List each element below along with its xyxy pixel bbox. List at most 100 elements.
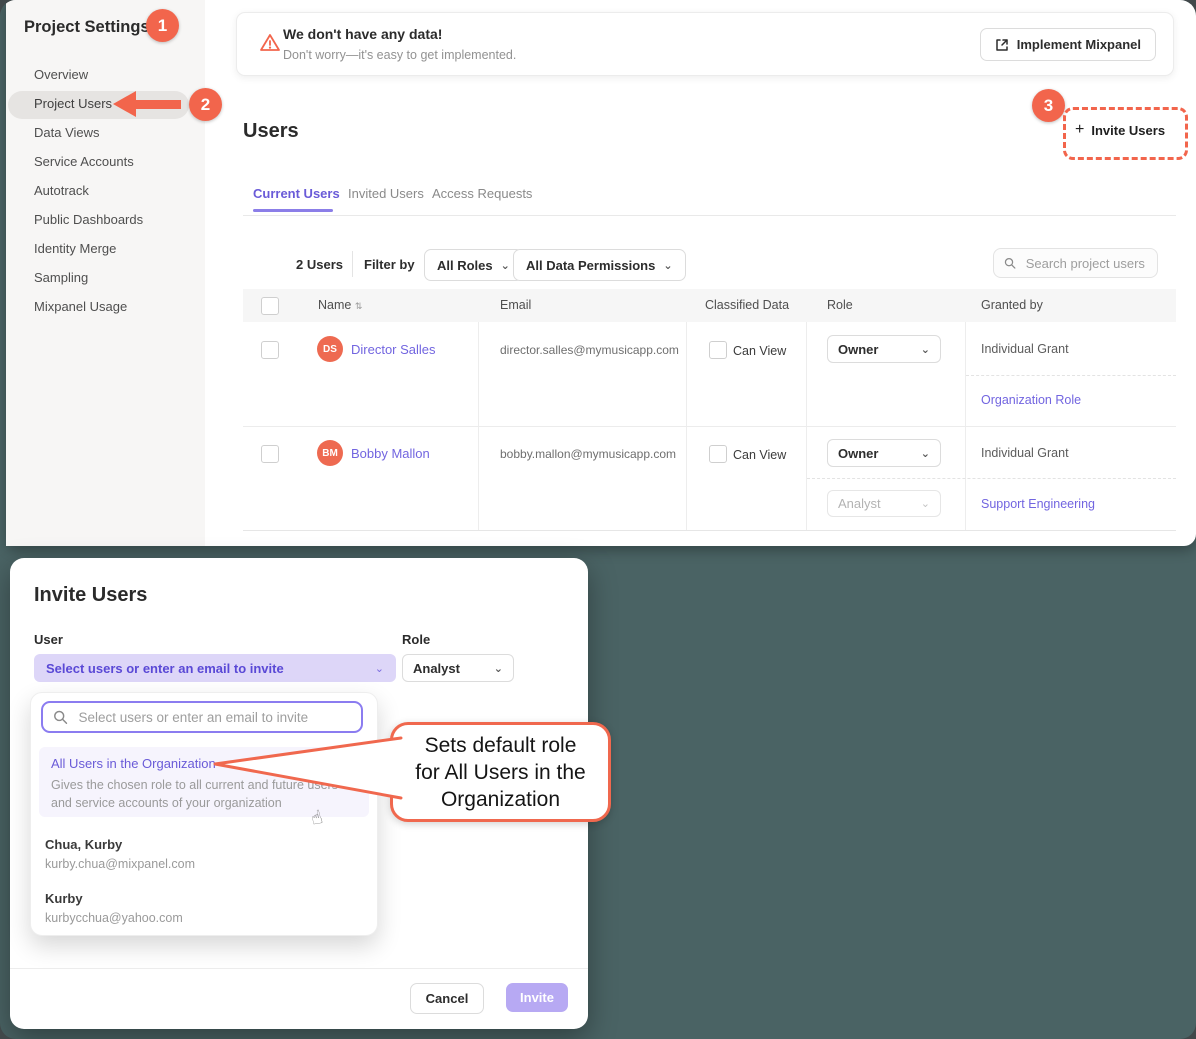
col-header-granted-by: Granted by <box>981 298 1043 312</box>
search-icon <box>1004 256 1016 270</box>
col-header-classified: Classified Data <box>705 298 789 312</box>
filter-divider <box>352 251 353 277</box>
granted-divider <box>966 375 1176 376</box>
search-project-users-input[interactable] <box>1024 255 1147 272</box>
role-select[interactable]: Owner⌄ <box>827 439 941 467</box>
cancel-button[interactable]: Cancel <box>410 983 484 1014</box>
callout-line: for All Users in the <box>415 759 585 786</box>
warning-icon <box>258 31 282 55</box>
tab-current-users[interactable]: Current Users <box>253 186 340 201</box>
can-view-checkbox[interactable] <box>709 445 727 463</box>
invite-users-label: Invite Users <box>1091 123 1165 138</box>
annotation-badge-1: 1 <box>146 9 179 42</box>
sidebar: Project Settings Overview Project Users … <box>6 0 205 546</box>
banner-subtitle: Don't worry—it's easy to get implemented… <box>283 48 516 62</box>
granted-by-value: Individual Grant <box>981 446 1069 460</box>
sidebar-item-service-accounts[interactable]: Service Accounts <box>34 153 134 171</box>
col-header-email: Email <box>500 298 531 312</box>
sidebar-item-overview[interactable]: Overview <box>34 66 88 84</box>
annotation-callout: Sets default role for All Users in the O… <box>390 722 611 822</box>
external-link-icon <box>995 38 1009 52</box>
can-view-label: Can View <box>733 344 786 358</box>
table-bottom-border <box>243 530 1176 531</box>
table-header-row: Name ⇅ Email Classified Data Role Grante… <box>243 289 1176 322</box>
select-all-checkbox[interactable] <box>261 297 279 315</box>
can-view-checkbox[interactable] <box>709 341 727 359</box>
chevron-down-icon: ⌄ <box>494 663 503 674</box>
roles-filter-label: All Roles <box>437 258 493 273</box>
invite-button[interactable]: Invite <box>506 983 568 1012</box>
chevron-down-icon: ⌄ <box>921 498 930 509</box>
user-select-trigger[interactable]: Select users or enter an email to invite… <box>34 654 396 682</box>
row-checkbox[interactable] <box>261 445 279 463</box>
no-data-banner: We don't have any data! Don't worry—it's… <box>236 12 1174 76</box>
chevron-down-icon: ⌄ <box>921 344 930 355</box>
role-field-label: Role <box>402 632 430 647</box>
avatar: BM <box>317 440 343 466</box>
modal-title: Invite Users <box>34 584 147 607</box>
user-select-value: Select users or enter an email to invite <box>46 661 284 676</box>
user-name-link[interactable]: Director Salles <box>351 342 436 357</box>
can-view-label: Can View <box>733 448 786 462</box>
annotation-badge-2: 2 <box>189 88 222 121</box>
app-frame: Project Settings Overview Project Users … <box>0 0 1196 1039</box>
row-divider <box>243 426 1176 427</box>
user-email: director.salles@mymusicapp.com <box>500 343 679 357</box>
active-tab-underline <box>253 209 333 212</box>
tabs-divider <box>243 215 1176 216</box>
col-header-role: Role <box>827 298 853 312</box>
implement-mixpanel-button[interactable]: Implement Mixpanel <box>980 28 1156 61</box>
annotation-badge-3: 3 <box>1032 89 1065 122</box>
user-email: bobby.mallon@mymusicapp.com <box>500 447 676 461</box>
user-name-link[interactable]: Bobby Mallon <box>351 446 430 461</box>
sort-icon[interactable]: ⇅ <box>355 302 363 312</box>
row-checkbox[interactable] <box>261 341 279 359</box>
search-project-users[interactable] <box>993 248 1158 278</box>
granted-divider <box>807 478 1176 479</box>
sidebar-item-mixpanel-usage[interactable]: Mixpanel Usage <box>34 298 127 316</box>
plus-icon: + <box>1075 122 1084 138</box>
option-all-users-title: All Users in the Organization <box>51 756 216 771</box>
sidebar-item-sampling[interactable]: Sampling <box>34 269 88 287</box>
avatar: DS <box>317 336 343 362</box>
role-select[interactable]: Owner⌄ <box>827 335 941 363</box>
granted-by-value: Individual Grant <box>981 342 1069 356</box>
banner-title: We don't have any data! <box>283 26 442 42</box>
role-select[interactable]: Analyst⌄ <box>402 654 514 682</box>
role-select-disabled: Analyst⌄ <box>827 490 941 517</box>
chevron-down-icon: ⌄ <box>921 448 930 459</box>
chevron-down-icon: ⌄ <box>501 260 510 271</box>
tab-access-requests[interactable]: Access Requests <box>432 186 532 201</box>
filter-by-label: Filter by <box>364 257 415 272</box>
option-user-name[interactable]: Chua, Kurby <box>45 837 122 852</box>
option-user-name[interactable]: Kurby <box>45 891 83 906</box>
user-search-input[interactable] <box>77 709 351 726</box>
invite-users-button[interactable]: + Invite Users <box>1075 122 1165 138</box>
page-title: Project Settings <box>24 18 150 37</box>
roles-filter-dropdown[interactable]: All Roles ⌄ <box>424 249 523 281</box>
chevron-down-icon: ⌄ <box>663 260 672 271</box>
col-header-name: Name ⇅ <box>318 298 362 312</box>
search-icon <box>53 709 68 725</box>
sidebar-item-data-views[interactable]: Data Views <box>34 124 100 142</box>
user-count: 2 Users <box>296 257 343 272</box>
granted-by-link[interactable]: Support Engineering <box>981 497 1095 511</box>
modal-footer-divider <box>10 968 588 969</box>
sidebar-item-public-dashboards[interactable]: Public Dashboards <box>34 211 143 229</box>
sidebar-item-autotrack[interactable]: Autotrack <box>34 182 89 200</box>
callout-line: Organization <box>441 786 560 813</box>
sidebar-item-identity-merge[interactable]: Identity Merge <box>34 240 116 258</box>
option-user-email: kurbycchua@yahoo.com <box>45 911 183 925</box>
permissions-filter-label: All Data Permissions <box>526 258 655 273</box>
tab-invited-users[interactable]: Invited Users <box>348 186 424 201</box>
user-field-label: User <box>34 632 63 647</box>
option-user-email: kurby.chua@mixpanel.com <box>45 857 195 871</box>
annotation-arrow-shaft <box>135 100 181 109</box>
implement-mixpanel-label: Implement Mixpanel <box>1017 37 1141 52</box>
callout-line: Sets default role <box>425 732 577 759</box>
users-heading: Users <box>243 120 299 143</box>
sidebar-item-project-users[interactable]: Project Users <box>34 95 112 113</box>
granted-by-link[interactable]: Organization Role <box>981 393 1081 407</box>
permissions-filter-dropdown[interactable]: All Data Permissions ⌄ <box>513 249 686 281</box>
callout-tail <box>205 725 405 815</box>
